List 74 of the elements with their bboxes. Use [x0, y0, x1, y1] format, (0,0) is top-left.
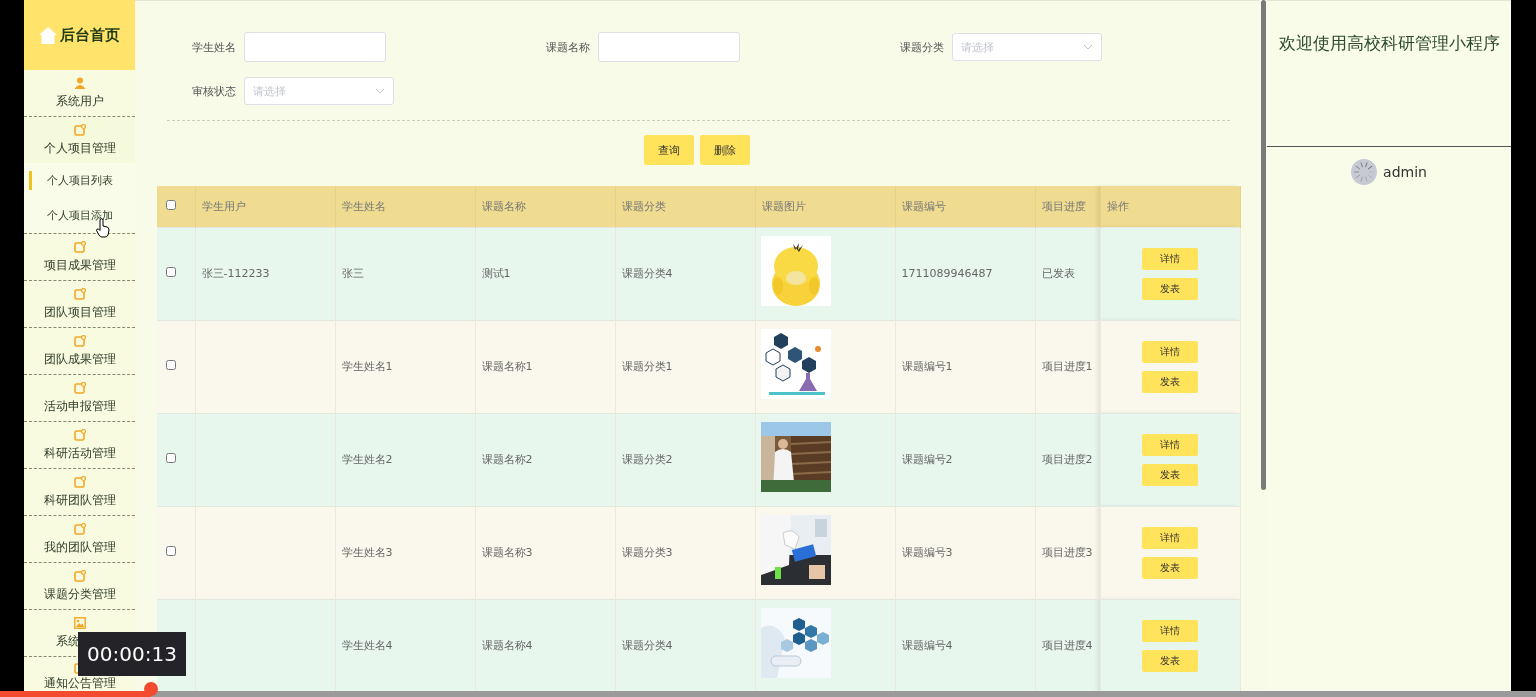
publish-button[interactable]: 发表	[1142, 277, 1198, 300]
row-checkbox[interactable]	[166, 267, 176, 277]
welcome-title: 欢迎使用高校科研管理小程序	[1278, 32, 1500, 54]
table-cell: 课题分类4	[615, 227, 755, 320]
note-icon	[73, 123, 86, 136]
timestamp-tooltip: 00:00:13	[78, 632, 186, 676]
note-icon	[73, 522, 86, 535]
note-icon	[73, 240, 86, 253]
table-cell: 项目进度2	[1035, 413, 1100, 506]
table-cell: 课题分类2	[615, 413, 755, 506]
publish-button[interactable]: 发表	[1142, 556, 1198, 579]
note-icon	[73, 287, 86, 300]
field-label: 课题分类	[899, 39, 944, 55]
note-icon	[73, 428, 86, 441]
note-icon	[73, 381, 86, 394]
column-header: 学生用户	[195, 186, 335, 227]
home-link[interactable]: 后台首页	[37, 23, 122, 47]
field-label: 学生姓名	[191, 39, 236, 55]
user-icon	[73, 76, 86, 89]
column-header: 学生姓名	[335, 186, 475, 227]
submenu-item[interactable]: 个人项目添加	[24, 198, 135, 233]
field-label: 课题名称	[545, 39, 590, 55]
details-button[interactable]: 详情	[1142, 619, 1198, 642]
column-header: 课题分类	[615, 186, 755, 227]
column-header: 课题名称	[475, 186, 615, 227]
table-cell: 学生姓名1	[335, 320, 475, 413]
scrollbar[interactable]	[1261, 0, 1266, 490]
publish-button[interactable]: 发表	[1142, 649, 1198, 672]
avatar-icon[interactable]	[1351, 159, 1378, 185]
chevron-down-icon	[375, 88, 385, 94]
row-checkbox[interactable]	[166, 546, 176, 556]
chevron-down-icon	[1083, 44, 1093, 50]
user-name: admin	[1383, 164, 1427, 180]
delete-button[interactable]: 删除	[700, 135, 750, 165]
note-icon	[73, 475, 86, 488]
column-header: 操作	[1100, 186, 1240, 227]
home-icon	[39, 26, 57, 44]
row-checkbox[interactable]	[166, 360, 176, 370]
table-cell: 课题名称3	[475, 506, 615, 599]
submenu-item[interactable]: 个人项目列表	[24, 163, 135, 198]
image-icon	[73, 616, 86, 629]
column-header: 课题图片	[755, 186, 895, 227]
search-button[interactable]: 查询	[644, 135, 694, 165]
field-label: 审核状态	[191, 83, 236, 99]
table-cell: 测试1	[475, 227, 615, 320]
publish-button[interactable]: 发表	[1142, 463, 1198, 486]
select-all-checkbox[interactable]	[166, 199, 176, 210]
column-header: 课题编号	[895, 186, 1035, 227]
table-cell: 课题分类3	[615, 506, 755, 599]
note-icon	[73, 569, 86, 582]
table-cell: 张三	[335, 227, 475, 320]
table-cell: 张三-112233	[195, 227, 335, 320]
text-field[interactable]	[244, 32, 386, 62]
table-cell: 课题编号2	[895, 413, 1035, 506]
table-cell: 课题名称1	[475, 320, 615, 413]
details-button[interactable]: 详情	[1142, 433, 1198, 456]
table-cell: 已发表	[1035, 227, 1100, 320]
table-cell: 课题分类1	[615, 320, 755, 413]
note-icon	[73, 334, 86, 347]
table-cell: 项目进度1	[1035, 320, 1100, 413]
row-checkbox[interactable]	[166, 453, 176, 463]
details-button[interactable]: 详情	[1142, 340, 1198, 363]
table-cell: 课题编号1	[895, 320, 1035, 413]
table-cell: 1711089946487	[895, 227, 1035, 320]
text-field[interactable]	[598, 32, 740, 62]
column-header: 项目进度	[1035, 186, 1100, 227]
table-cell: 课题名称2	[475, 413, 615, 506]
table-cell: 学生姓名3	[335, 506, 475, 599]
details-button[interactable]: 详情	[1142, 247, 1198, 270]
table-cell: 项目进度3	[1035, 506, 1100, 599]
table-cell: 学生姓名2	[335, 413, 475, 506]
table-cell: 课题编号3	[895, 506, 1035, 599]
publish-button[interactable]: 发表	[1142, 370, 1198, 393]
details-button[interactable]: 详情	[1142, 526, 1198, 549]
